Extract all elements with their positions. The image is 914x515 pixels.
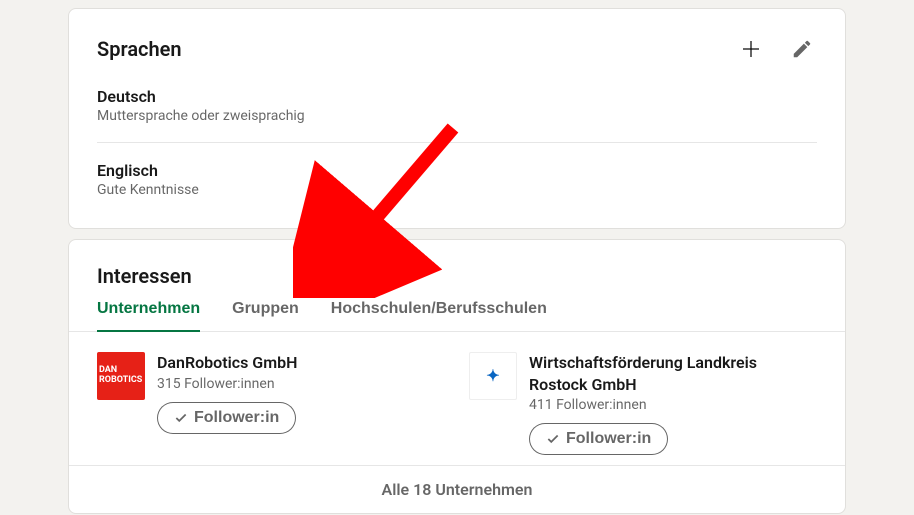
language-item: Deutsch Muttersprache oder zweisprachig <box>97 83 817 138</box>
language-name: Englisch <box>97 161 817 180</box>
language-level: Gute Kenntnisse <box>97 182 817 198</box>
company-item: DAN ROBOTICS DanRobotics GmbH 315 Follow… <box>97 352 445 455</box>
company-logo[interactable]: DAN ROBOTICS <box>97 352 145 400</box>
interests-card: Interessen Unternehmen Gruppen Hochschul… <box>68 239 846 514</box>
company-name-link[interactable]: DanRobotics GmbH <box>157 352 297 374</box>
tab-hochschulen[interactable]: Hochschulen/Berufsschulen <box>331 300 547 332</box>
add-language-button[interactable] <box>735 33 767 65</box>
languages-actions <box>735 33 817 65</box>
company-list: DAN ROBOTICS DanRobotics GmbH 315 Follow… <box>97 332 817 465</box>
languages-card: Sprachen Deutsch Muttersprache oder zwei… <box>68 8 846 229</box>
company-logo[interactable]: ✦ <box>469 352 517 400</box>
check-icon <box>546 432 560 446</box>
company-followers: 411 Follower:innen <box>529 397 647 413</box>
follow-button-label: Follower:in <box>566 430 651 448</box>
edit-languages-button[interactable] <box>787 33 817 65</box>
tab-unternehmen[interactable]: Unternehmen <box>97 300 200 332</box>
company-followers: 315 Follower:innen <box>157 376 275 392</box>
interests-header: Interessen <box>97 264 817 288</box>
tab-gruppen[interactable]: Gruppen <box>232 300 299 332</box>
divider <box>97 142 817 143</box>
plus-icon <box>739 37 763 61</box>
follow-button-label: Follower:in <box>194 409 279 427</box>
language-level: Muttersprache oder zweisprachig <box>97 108 817 124</box>
interests-title: Interessen <box>97 264 192 288</box>
show-all-companies-link[interactable]: Alle 18 Unternehmen <box>382 480 533 499</box>
languages-title: Sprachen <box>97 37 182 61</box>
pencil-icon <box>791 38 813 60</box>
check-icon <box>174 411 188 425</box>
interests-tabs: Unternehmen Gruppen Hochschulen/Berufssc… <box>69 300 845 332</box>
languages-header: Sprachen <box>97 33 817 65</box>
follow-button[interactable]: Follower:in <box>529 423 668 455</box>
company-name-link[interactable]: Wirtschaftsförderung Landkreis Rostock G… <box>529 352 817 395</box>
language-item: Englisch Gute Kenntnisse <box>97 157 817 212</box>
company-item: ✦ Wirtschaftsförderung Landkreis Rostock… <box>469 352 817 455</box>
language-name: Deutsch <box>97 87 817 106</box>
interests-footer: Alle 18 Unternehmen <box>69 465 845 513</box>
follow-button[interactable]: Follower:in <box>157 402 296 434</box>
